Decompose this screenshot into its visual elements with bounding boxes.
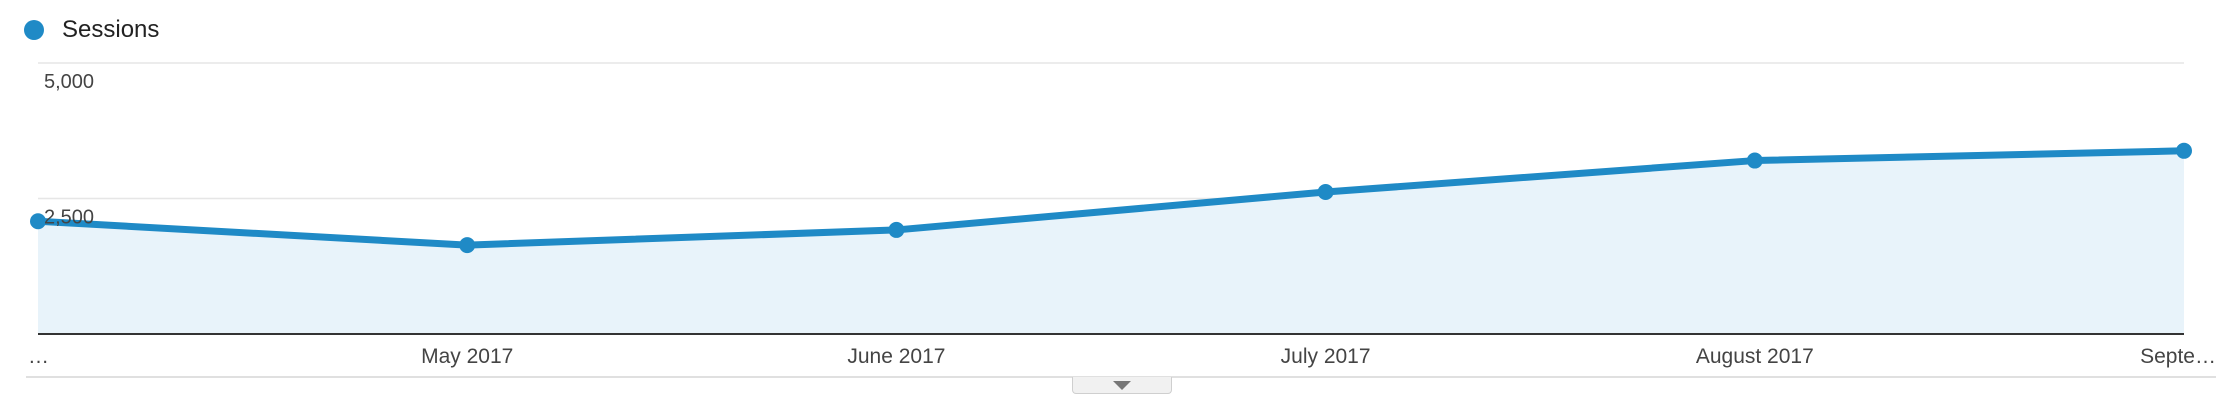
y-tick-label: 2,500 bbox=[44, 207, 94, 229]
x-axis-ticks: … May 2017 June 2017 July 2017 August 2017 Se… bbox=[28, 345, 2216, 368]
x-tick-label: … bbox=[28, 345, 49, 368]
y-axis-ticks: 5,000 2,500 bbox=[44, 71, 94, 229]
x-tick-label: May 2017 bbox=[421, 345, 513, 368]
data-point bbox=[1317, 183, 1334, 200]
data-point bbox=[888, 221, 905, 238]
caret-down-icon bbox=[1113, 380, 1131, 390]
sessions-chart: 5,000 2,500 … May 2017 June 2017 July 2017 Au… bbox=[28, 62, 2216, 368]
collapse-chart-button[interactable] bbox=[1072, 377, 1172, 394]
x-tick-label: August 2017 bbox=[1696, 345, 1814, 368]
x-tick-label: Septe… bbox=[2140, 345, 2216, 368]
x-tick-label: July 2017 bbox=[1281, 345, 1371, 368]
y-tick-label: 5,000 bbox=[44, 71, 94, 93]
x-tick-label: June 2017 bbox=[847, 345, 945, 368]
data-point bbox=[2176, 142, 2192, 159]
data-point bbox=[459, 237, 476, 254]
data-point bbox=[1746, 152, 1763, 169]
